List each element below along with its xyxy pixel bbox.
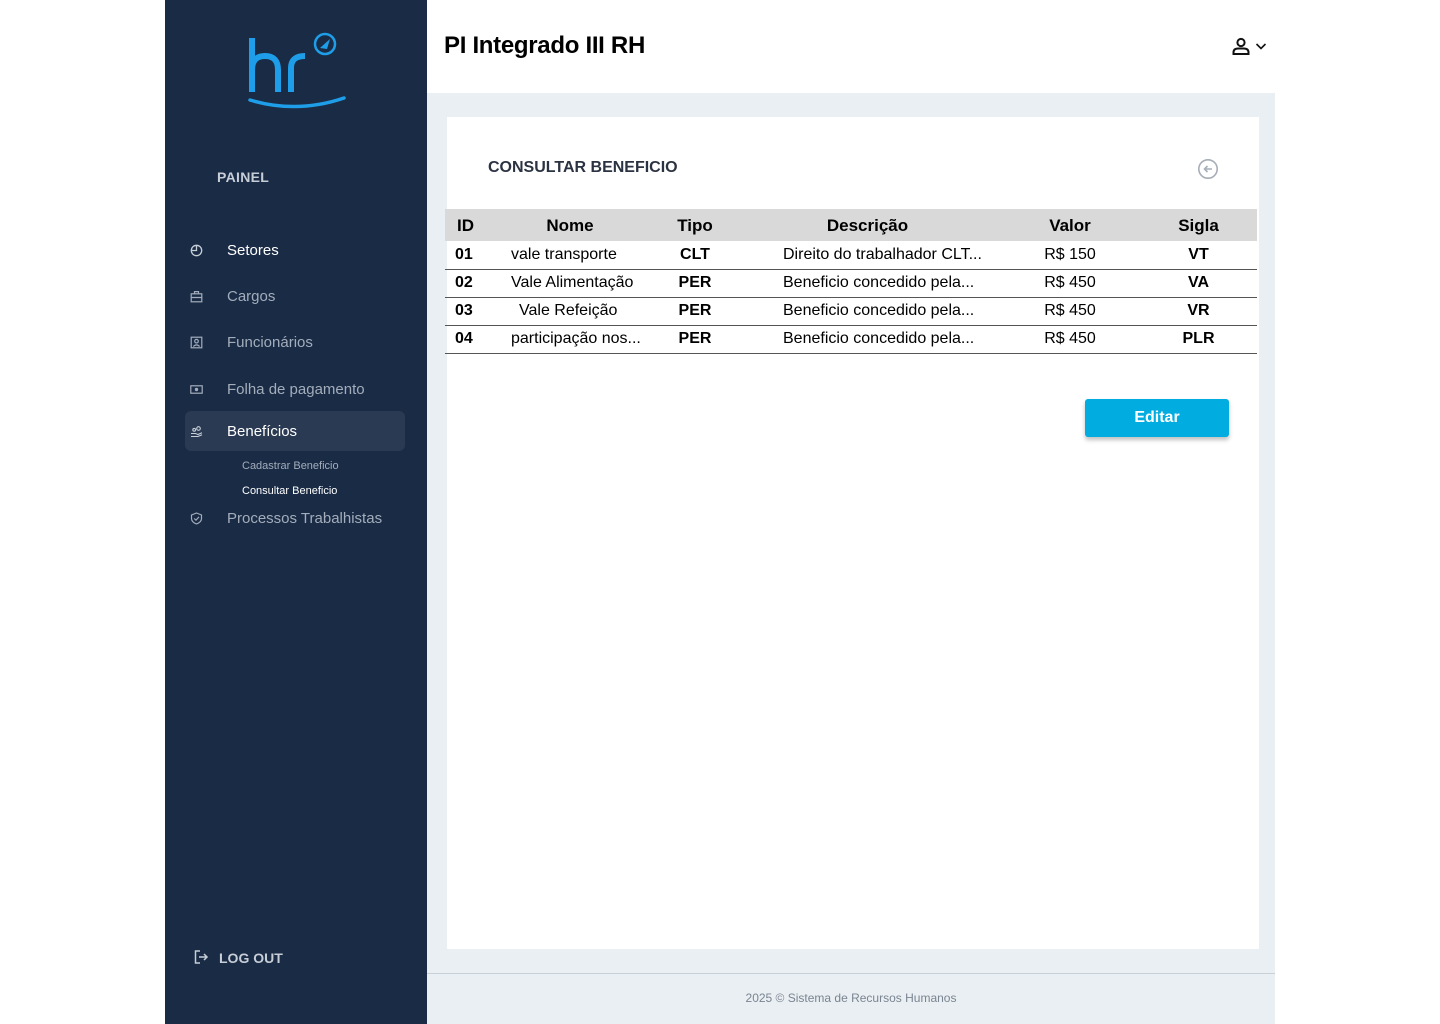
cell-tipo: CLT	[680, 245, 710, 263]
benefits-table: ID Nome Tipo Descrição Valor Sigla 01 va…	[445, 209, 1257, 354]
logout-label: LOG OUT	[219, 950, 283, 966]
hr-logo	[247, 30, 347, 112]
footer-copyright: 2025 © Sistema de Recursos Humanos	[745, 991, 957, 1005]
cell-nome: Vale Refeição	[519, 302, 618, 319]
logout-icon	[193, 949, 209, 968]
cell-nome: Vale Alimentação	[511, 274, 634, 291]
cell-nome: vale transporte	[511, 245, 617, 263]
table-row[interactable]: 01 vale transporte CLT Direito do trabal…	[445, 241, 1257, 269]
cell-valor: R$ 150	[1044, 245, 1096, 263]
shield-check-icon	[189, 511, 203, 525]
sidebar-item-beneficios[interactable]: Benefícios	[185, 411, 405, 451]
column-header-id: ID	[457, 216, 474, 235]
column-header-nome: Nome	[546, 216, 594, 235]
sidebar-item-setores[interactable]: Setores	[185, 230, 405, 270]
table-header-row: ID Nome Tipo Descrição Valor Sigla	[445, 209, 1257, 241]
sidebar-item-funcionarios[interactable]: Funcionários	[185, 322, 405, 362]
page-title: CONSULTAR BENEFICIO	[488, 159, 678, 176]
back-arrow-icon[interactable]	[1197, 158, 1219, 180]
table-row[interactable]: 04 participação nos... PER Beneficio con…	[445, 325, 1257, 353]
cell-descricao: Beneficio concedido pela...	[783, 330, 975, 347]
money-icon	[189, 382, 203, 396]
briefcase-icon	[189, 289, 203, 303]
hand-coins-icon	[189, 424, 203, 438]
user-menu-button[interactable]	[1231, 36, 1268, 61]
column-header-sigla: Sigla	[1178, 216, 1219, 235]
cell-sigla: PLR	[1182, 330, 1215, 347]
footer: 2025 © Sistema de Recursos Humanos	[427, 973, 1275, 1024]
sidebar-item-label: Folha de pagamento	[227, 380, 365, 398]
cell-valor: R$ 450	[1044, 274, 1096, 291]
column-header-tipo: Tipo	[677, 216, 713, 235]
logout-button[interactable]: LOG OUT	[193, 946, 283, 970]
sidebar: PAINEL Setores Cargos Funcionários Folha…	[165, 0, 427, 1024]
sidebar-section-label: PAINEL	[217, 169, 270, 185]
cell-tipo: PER	[678, 274, 712, 291]
sidebar-item-folha-de-pagamento[interactable]: Folha de pagamento	[185, 369, 405, 409]
sidebar-item-label: Benefícios	[227, 422, 298, 440]
id-badge-icon	[189, 335, 203, 349]
cell-descricao: Beneficio concedido pela...	[783, 302, 975, 319]
column-header-valor: Valor	[1049, 216, 1091, 235]
user-icon	[1231, 36, 1251, 61]
edit-button[interactable]: Editar	[1085, 399, 1229, 437]
sidebar-item-label: Setores	[227, 241, 279, 259]
cell-descricao: Beneficio concedido pela...	[783, 274, 975, 291]
app-frame: PAINEL Setores Cargos Funcionários Folha…	[165, 0, 1275, 1024]
cell-valor: R$ 450	[1044, 330, 1096, 347]
chevron-down-icon	[1254, 39, 1268, 58]
cell-sigla: VR	[1187, 302, 1210, 319]
cell-id: 01	[455, 245, 473, 263]
column-header-descricao: Descrição	[826, 216, 909, 235]
cell-id: 02	[455, 274, 473, 291]
sidebar-subitem-consultar-beneficio[interactable]: Consultar Beneficio	[242, 485, 337, 497]
sidebar-subitem-cadastrar-beneficio[interactable]: Cadastrar Beneficio	[242, 460, 339, 472]
cell-sigla: VT	[1188, 245, 1209, 263]
sidebar-item-label: Processos Trabalhistas	[227, 509, 383, 527]
sidebar-item-processos-trabalhistas[interactable]: Processos Trabalhistas	[185, 498, 405, 538]
cell-id: 03	[455, 302, 473, 319]
sidebar-item-cargos[interactable]: Cargos	[185, 276, 405, 316]
table-row[interactable]: 03 Vale Refeição PER Beneficio concedido…	[445, 297, 1257, 325]
cell-tipo: PER	[678, 330, 712, 347]
cell-sigla: VA	[1187, 274, 1210, 291]
main-content: CONSULTAR BENEFICIO ID Nome Tipo Descriç…	[427, 93, 1275, 973]
cell-nome: participação nos...	[511, 330, 641, 347]
cell-valor: R$ 450	[1044, 302, 1096, 319]
app-title: PI Integrado III RH	[444, 32, 645, 59]
table-row[interactable]: 02 Vale Alimentação PER Beneficio conced…	[445, 269, 1257, 297]
cell-descricao: Direito do trabalhador CLT...	[783, 245, 982, 263]
top-header: PI Integrado III RH	[427, 0, 1275, 93]
cell-id: 04	[455, 330, 473, 347]
pie-chart-icon	[189, 243, 203, 257]
sidebar-item-label: Cargos	[227, 287, 276, 305]
sidebar-item-label: Funcionários	[227, 333, 313, 351]
cell-tipo: PER	[678, 302, 712, 319]
